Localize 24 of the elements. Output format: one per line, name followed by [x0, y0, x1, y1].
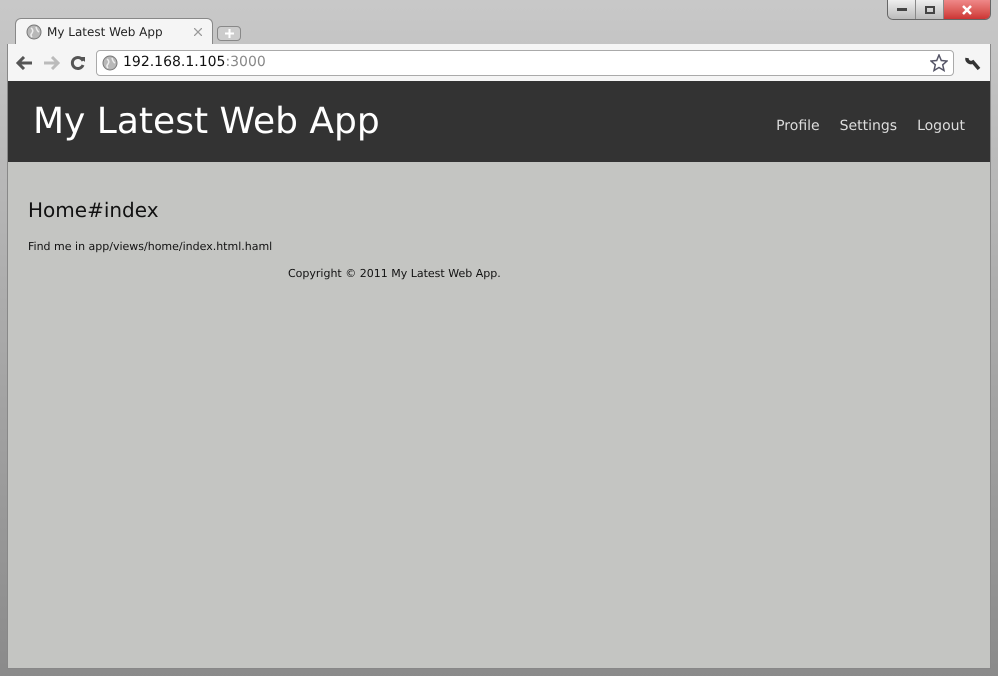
globe-icon: [102, 54, 118, 70]
star-icon[interactable]: [930, 54, 948, 72]
back-icon[interactable]: [16, 56, 33, 70]
maximize-button[interactable]: [916, 0, 944, 19]
address-bar[interactable]: 192.168.1.105:3000: [96, 50, 954, 76]
close-icon: [961, 4, 973, 14]
plus-icon: [224, 29, 234, 38]
browser-tab[interactable]: My Latest Web App: [15, 18, 213, 44]
close-icon[interactable]: [194, 28, 202, 36]
page-text: Find me in app/views/home/index.html.haml: [28, 239, 274, 255]
globe-icon: [26, 24, 42, 40]
close-button[interactable]: [944, 0, 990, 19]
nav-link[interactable]: Settings: [840, 116, 898, 137]
minimize-button[interactable]: [888, 0, 916, 19]
nav-link[interactable]: Logout: [917, 116, 965, 137]
reload-icon[interactable]: [70, 54, 86, 70]
copyright-text: Copyright © 2011 My Latest Web App.: [288, 266, 502, 282]
nav-link[interactable]: Profile: [776, 116, 820, 137]
page-heading: Home#index: [28, 197, 160, 224]
address-port: :3000: [225, 53, 267, 72]
tab-title: My Latest Web App: [47, 24, 164, 40]
address-host: 192.168.1.105: [123, 53, 226, 72]
app-title: My Latest Web App: [33, 100, 380, 144]
new-tab-button[interactable]: [217, 26, 241, 41]
